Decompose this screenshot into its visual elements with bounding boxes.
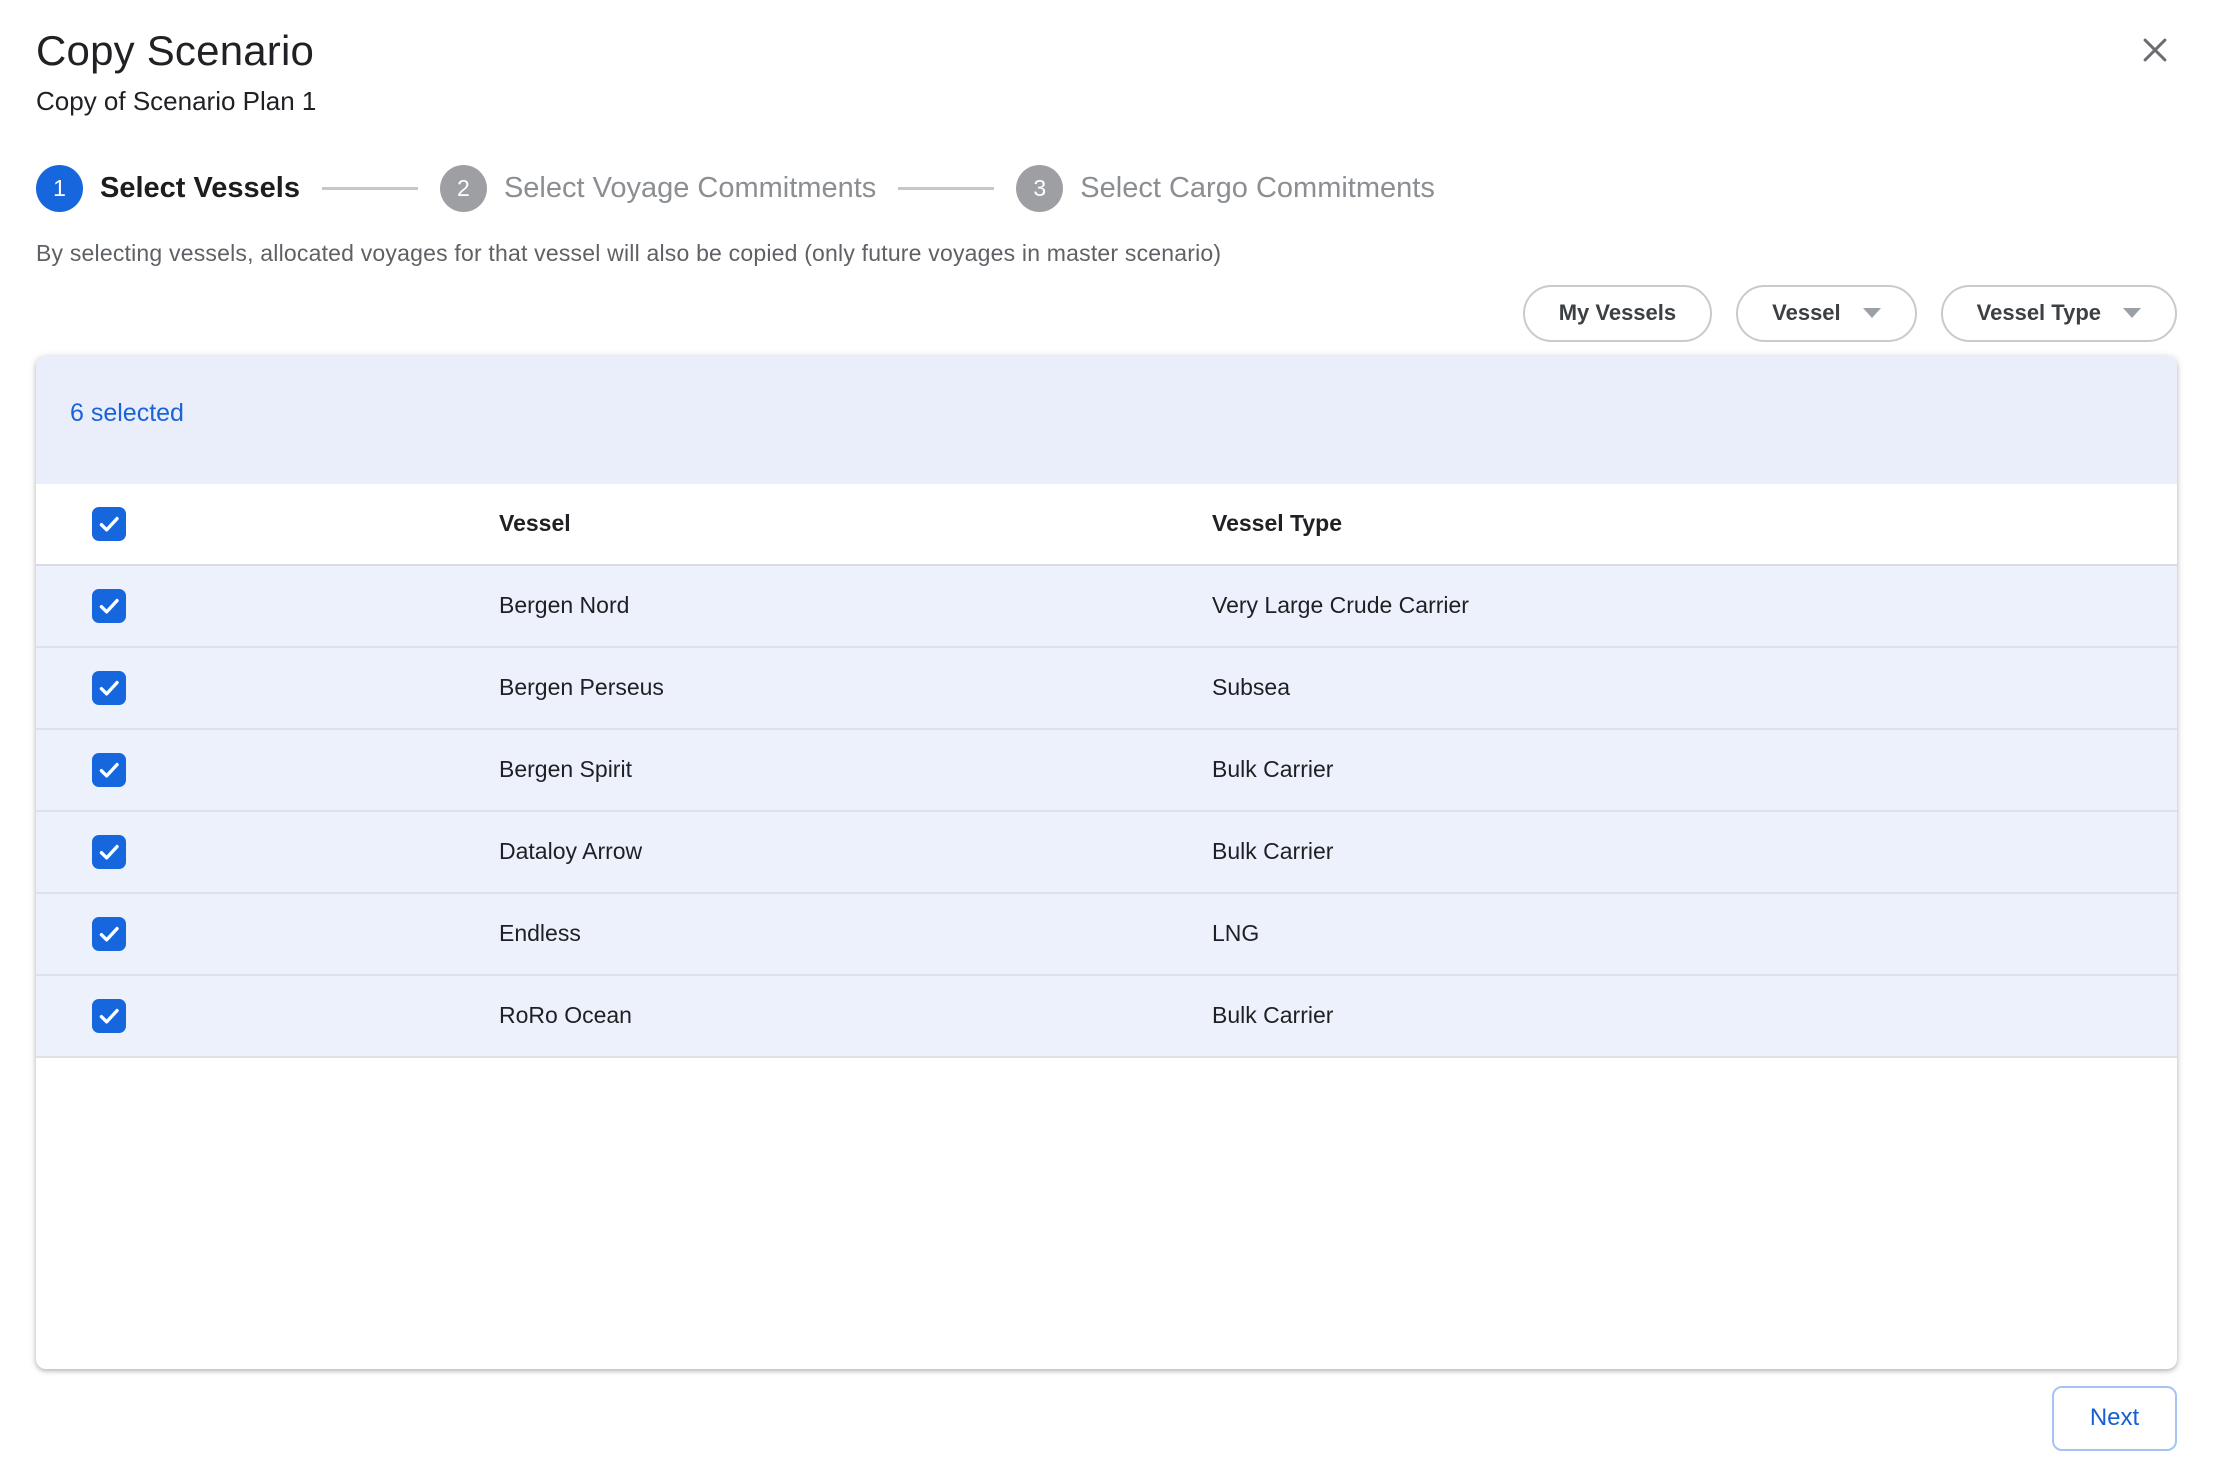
my-vessels-filter-label: My Vessels [1559,300,1676,326]
table-row[interactable]: Bergen Perseus Subsea [36,648,2177,730]
vessel-name: Bergen Spirit [499,756,1212,783]
checkmark-icon [96,511,122,537]
row-checkbox[interactable] [92,917,126,951]
select-all-checkbox[interactable] [92,507,126,541]
page-title: Copy Scenario [36,26,2177,76]
row-checkbox-cell [36,671,499,705]
row-checkbox-cell [36,999,499,1033]
vessel-name: Bergen Perseus [499,674,1212,701]
vessel-type: Bulk Carrier [1212,838,2177,865]
next-button[interactable]: Next [2052,1386,2177,1451]
copy-scenario-dialog: Copy Scenario Copy of Scenario Plan 1 1 … [0,0,2220,1472]
table-row[interactable]: Endless LNG [36,894,2177,976]
vessel-name: Endless [499,920,1212,947]
vessel-type: Very Large Crude Carrier [1212,592,2177,619]
vessel-filter-label: Vessel [1772,300,1841,326]
close-icon [2138,33,2172,67]
table-row[interactable]: Bergen Nord Very Large Crude Carrier [36,566,2177,648]
dialog-footer: Next [36,1386,2177,1451]
vessel-table-card: 6 selected Vessel Vessel Type [36,356,2177,1369]
step-number-badge: 1 [36,165,83,212]
checkmark-icon [96,675,122,701]
step-number-badge: 3 [1016,165,1063,212]
table-row[interactable]: Bergen Spirit Bulk Carrier [36,730,2177,812]
vessel-type: Bulk Carrier [1212,756,2177,783]
checkmark-icon [96,593,122,619]
step-select-voyage-commitments[interactable]: 2 Select Voyage Commitments [440,165,876,212]
checkmark-icon [96,921,122,947]
checkmark-icon [96,1003,122,1029]
step-select-vessels[interactable]: 1 Select Vessels [36,165,300,212]
row-checkbox[interactable] [92,753,126,787]
step-label: Select Vessels [100,172,300,205]
vessel-type-filter-label: Vessel Type [1977,300,2101,326]
vessel-name: Dataloy Arrow [499,838,1212,865]
row-checkbox[interactable] [92,589,126,623]
row-checkbox-cell [36,753,499,787]
close-button[interactable] [2133,28,2177,72]
step-select-cargo-commitments[interactable]: 3 Select Cargo Commitments [1016,165,1435,212]
row-checkbox-cell [36,917,499,951]
vessel-type-filter-dropdown[interactable]: Vessel Type [1941,285,2177,342]
checkmark-icon [96,839,122,865]
vessel-filter-dropdown[interactable]: Vessel [1736,285,1917,342]
table-row[interactable]: Dataloy Arrow Bulk Carrier [36,812,2177,894]
table-row[interactable]: RoRo Ocean Bulk Carrier [36,976,2177,1058]
column-header-vessel: Vessel [499,510,1212,537]
my-vessels-filter-button[interactable]: My Vessels [1523,285,1712,342]
vessel-type: LNG [1212,920,2177,947]
selection-banner: 6 selected [36,356,2177,484]
row-checkbox[interactable] [92,671,126,705]
chevron-down-icon [2123,308,2141,318]
row-checkbox[interactable] [92,835,126,869]
stepper: 1 Select Vessels 2 Select Voyage Commitm… [36,165,2177,212]
step-number-badge: 2 [440,165,487,212]
vessel-type: Subsea [1212,674,2177,701]
dialog-subtitle: Copy of Scenario Plan 1 [36,86,2177,117]
filter-row: My Vessels Vessel Vessel Type [36,285,2177,342]
header-checkbox-cell [36,507,499,541]
vessel-name: Bergen Nord [499,592,1212,619]
checkmark-icon [96,757,122,783]
row-checkbox[interactable] [92,999,126,1033]
column-header-vessel-type: Vessel Type [1212,510,2177,537]
row-checkbox-cell [36,835,499,869]
chevron-down-icon [1863,308,1881,318]
row-checkbox-cell [36,589,499,623]
step-label: Select Voyage Commitments [504,172,876,205]
selection-count: 6 selected [70,399,184,428]
step-connector [898,187,994,190]
vessel-type: Bulk Carrier [1212,1002,2177,1029]
table-header-row: Vessel Vessel Type [36,484,2177,566]
helper-text: By selecting vessels, allocated voyages … [36,240,2177,267]
step-connector [322,187,418,190]
vessel-name: RoRo Ocean [499,1002,1212,1029]
step-label: Select Cargo Commitments [1080,172,1435,205]
dialog-header: Copy Scenario Copy of Scenario Plan 1 [36,26,2177,117]
